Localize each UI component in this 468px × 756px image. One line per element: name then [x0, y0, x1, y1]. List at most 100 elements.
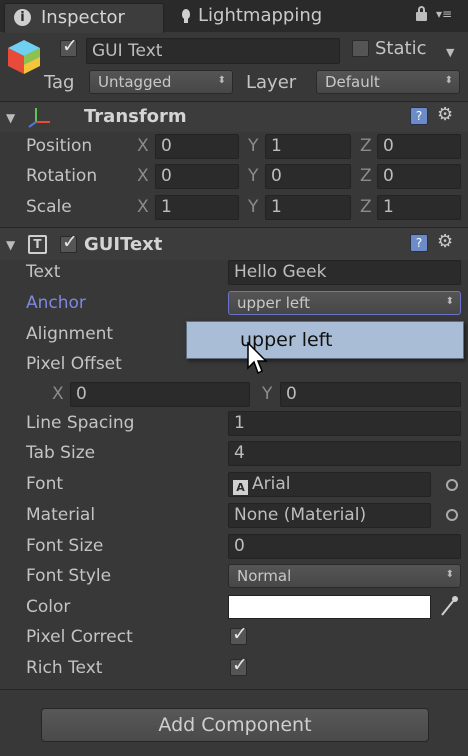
checkmark-icon: ✓	[232, 623, 248, 645]
anchor-label: Anchor	[26, 293, 86, 313]
alignment-label: Alignment	[26, 324, 114, 344]
lock-icon[interactable]	[416, 12, 427, 21]
tab-lightmapping[interactable]: Lightmapping	[168, 3, 368, 31]
static-label: Static	[375, 38, 427, 59]
scale-z-axis: Z	[360, 197, 372, 217]
pixel-offset-y-field[interactable]: 0	[280, 382, 461, 407]
pixel-offset-x-field[interactable]: 0	[70, 382, 250, 407]
gameobject-cube-icon	[6, 38, 42, 76]
tab-size-field[interactable]: 4	[228, 441, 461, 466]
position-y-axis: Y	[248, 136, 259, 156]
static-checkbox[interactable]	[352, 40, 369, 57]
scale-z-field[interactable]: 1	[377, 195, 461, 220]
font-object-field[interactable]: A Arial	[228, 472, 431, 497]
font-style-dropdown[interactable]: Normal ⬍	[228, 564, 461, 588]
rotation-x-field[interactable]: 0	[155, 164, 239, 189]
tab-lightmapping-label: Lightmapping	[198, 5, 323, 26]
position-x-axis: X	[137, 136, 149, 156]
scale-y-field[interactable]: 1	[265, 195, 351, 220]
line-spacing-field[interactable]: 1	[228, 411, 461, 436]
object-picker-icon[interactable]	[446, 479, 458, 491]
layer-value: Default	[325, 73, 380, 91]
rotation-label: Rotation	[26, 166, 98, 186]
dropdown-arrow-icon: ⬍	[444, 75, 453, 86]
tag-dropdown[interactable]: Untagged ⬍	[89, 70, 233, 94]
rotation-y-axis: Y	[248, 166, 259, 186]
material-label: Material	[26, 505, 96, 525]
font-asset-icon: A	[233, 480, 248, 495]
font-label: Font	[26, 474, 64, 494]
tab-size-label: Tab Size	[26, 443, 96, 463]
dropdown-arrow-icon: ⬍	[445, 569, 454, 580]
tag-value: Untagged	[98, 73, 172, 91]
position-z-field[interactable]: 0	[377, 134, 461, 159]
color-label: Color	[26, 597, 71, 617]
lightbulb-base	[184, 18, 188, 23]
help-icon[interactable]: ?	[410, 234, 428, 252]
pixel-offset-x-axis: X	[52, 384, 64, 404]
active-checkbox[interactable]: ✓	[60, 35, 78, 57]
font-style-label: Font Style	[26, 566, 112, 586]
add-component-button[interactable]: Add Component	[41, 708, 429, 742]
font-value: Arial	[252, 474, 291, 494]
separator	[0, 689, 468, 690]
anchor-value: upper left	[237, 294, 311, 312]
gear-icon[interactable]: ⚙	[437, 231, 453, 252]
text-field[interactable]: Hello Geek	[228, 260, 461, 285]
font-size-field[interactable]: 0	[228, 534, 461, 559]
checkmark-icon: ✓	[62, 231, 78, 253]
help-icon[interactable]: ?	[410, 107, 428, 125]
object-name-field[interactable]: GUI Text	[86, 38, 340, 64]
transform-title: Transform	[84, 106, 187, 127]
rich-text-label: Rich Text	[26, 658, 103, 678]
anchor-popup-option[interactable]: upper left	[187, 322, 463, 358]
checkmark-icon: ✓	[62, 35, 78, 57]
info-icon: i	[14, 9, 31, 26]
transform-header[interactable]	[0, 102, 468, 132]
position-label: Position	[26, 136, 93, 156]
layer-dropdown[interactable]: Default ⬍	[316, 70, 460, 94]
checkmark-icon: ✓	[232, 654, 248, 676]
font-style-value: Normal	[237, 567, 292, 585]
position-z-axis: Z	[360, 136, 372, 156]
lock-shackle	[418, 6, 425, 13]
material-object-field[interactable]: None (Material)	[228, 503, 431, 528]
transform-axes-icon	[28, 106, 52, 128]
pixel-offset-label: Pixel Offset	[26, 354, 122, 374]
anchor-dropdown[interactable]: upper left ⬍	[228, 291, 461, 315]
pixel-correct-checkbox[interactable]: ✓	[230, 623, 248, 645]
guitext-enabled-checkbox[interactable]: ✓	[60, 231, 78, 253]
rotation-z-field[interactable]: 0	[377, 164, 461, 189]
rotation-z-axis: Z	[360, 166, 372, 186]
position-y-field[interactable]: 1	[265, 134, 351, 159]
position-x-field[interactable]: 0	[155, 134, 239, 159]
scale-label: Scale	[26, 197, 72, 217]
panel-menu-icon[interactable]: ▾≡	[436, 8, 452, 20]
tab-inspector-label: Inspector	[41, 7, 125, 28]
layer-label: Layer	[246, 72, 297, 93]
add-component-label: Add Component	[158, 714, 312, 736]
text-component-icon: T	[28, 235, 47, 254]
foldout-arrow-icon[interactable]: ▼	[6, 111, 15, 125]
static-dropdown-icon[interactable]: ▼	[446, 46, 454, 59]
object-picker-icon[interactable]	[446, 509, 458, 521]
rotation-y-field[interactable]: 0	[265, 164, 351, 189]
guitext-title: GUIText	[84, 234, 163, 255]
scale-x-axis: X	[137, 197, 149, 217]
rich-text-checkbox[interactable]: ✓	[230, 654, 248, 676]
foldout-arrow-icon[interactable]: ▼	[6, 238, 15, 252]
text-label: Text	[26, 262, 61, 282]
color-swatch[interactable]	[228, 595, 431, 619]
font-size-label: Font Size	[26, 536, 104, 556]
dropdown-arrow-icon: ⬍	[445, 296, 454, 307]
scale-x-field[interactable]: 1	[155, 195, 239, 220]
rotation-x-axis: X	[137, 166, 149, 186]
gear-icon[interactable]: ⚙	[437, 104, 453, 125]
eyedropper-icon[interactable]	[438, 594, 460, 618]
pixel-offset-y-axis: Y	[262, 384, 273, 404]
scale-y-axis: Y	[248, 197, 259, 217]
tab-inspector[interactable]: i Inspector	[4, 3, 164, 33]
tag-label: Tag	[44, 72, 75, 93]
pixel-correct-label: Pixel Correct	[26, 627, 133, 647]
mouse-cursor-icon	[246, 341, 270, 376]
